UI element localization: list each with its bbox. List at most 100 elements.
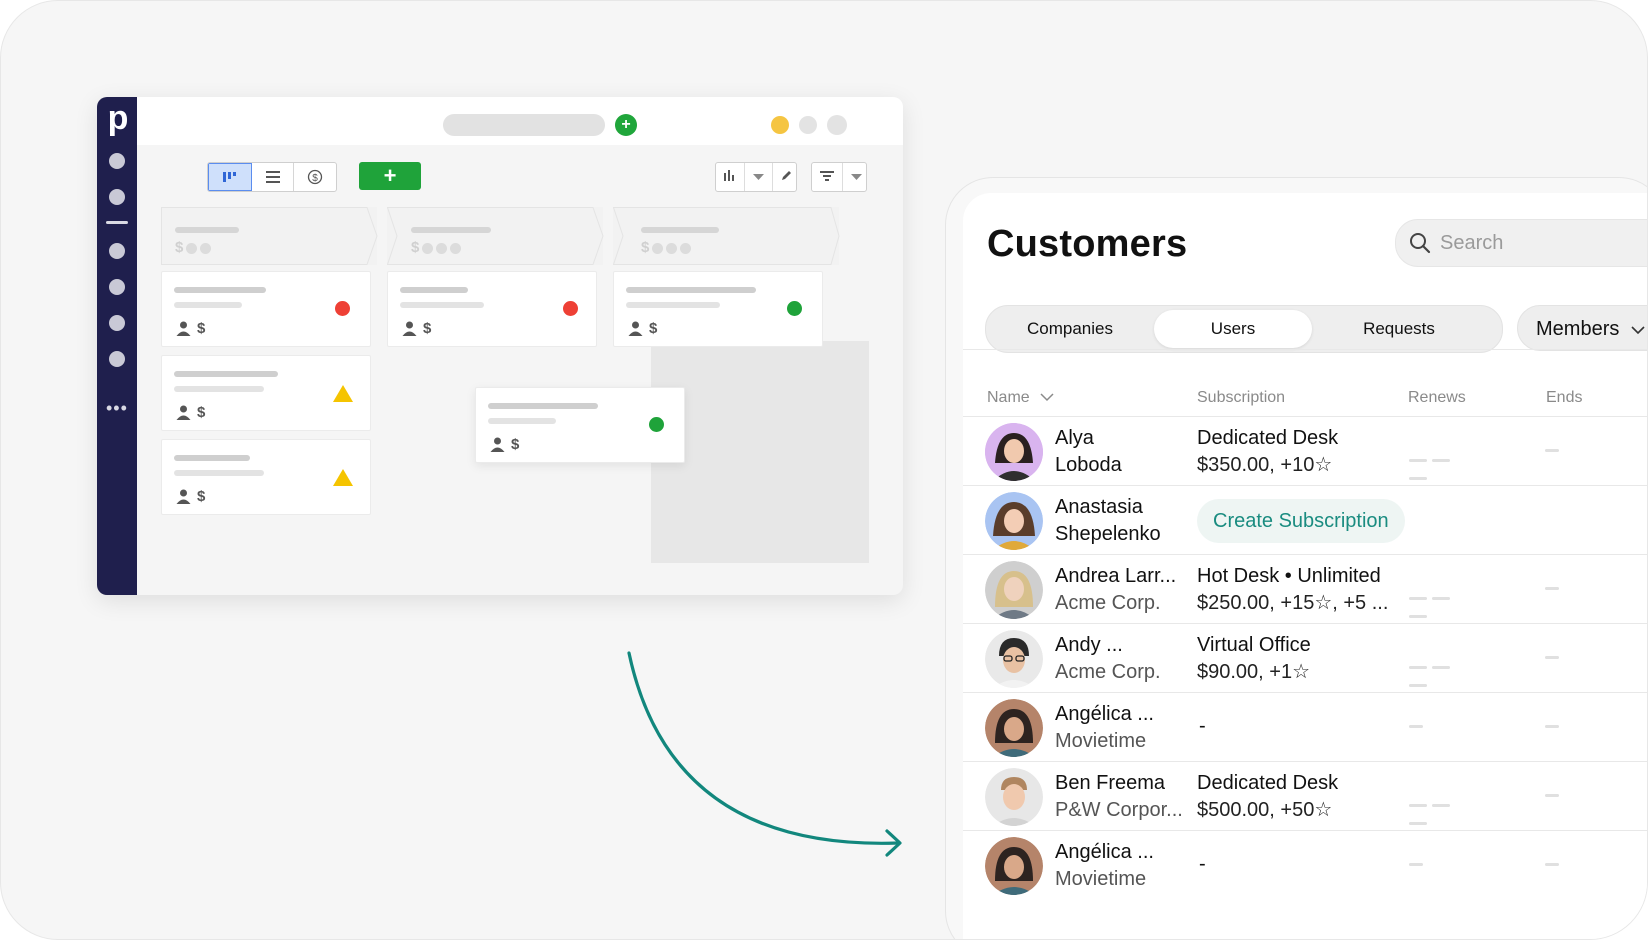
customer-second-line: Shepelenko bbox=[1055, 523, 1161, 545]
deal-card[interactable]: $ bbox=[613, 271, 823, 347]
deal-meta: $ bbox=[490, 436, 519, 453]
window-titlebar: + bbox=[137, 97, 903, 145]
deal-subtitle-placeholder bbox=[174, 470, 264, 476]
search-placeholder: Search bbox=[1440, 231, 1504, 254]
dragged-deal-card[interactable]: $ bbox=[475, 387, 685, 463]
table-row[interactable]: Andrea Larr... Acme Corp. Hot Desk • Unli… bbox=[963, 554, 1647, 623]
table-row[interactable]: Anastasia Shepelenko Create Subscription bbox=[963, 485, 1647, 554]
subscription-cell: Virtual Office $90.00, +1☆ bbox=[1197, 632, 1397, 686]
renews-placeholder bbox=[1409, 794, 1477, 825]
stage-total: $ bbox=[411, 239, 462, 256]
renews-placeholder bbox=[1409, 863, 1423, 866]
deal-title-placeholder bbox=[488, 403, 598, 409]
filter-icon bbox=[812, 163, 843, 191]
ends-placeholder bbox=[1545, 587, 1559, 590]
status-dot-red-icon bbox=[563, 301, 578, 316]
search-placeholder-pill[interactable] bbox=[443, 114, 605, 136]
customer-first-line: Angélica ... bbox=[1055, 703, 1154, 725]
customer-company: Movietime bbox=[1055, 730, 1147, 752]
column-header-ends[interactable]: Ends bbox=[1546, 389, 1582, 407]
avatar bbox=[985, 837, 1043, 895]
window-dot-gray bbox=[827, 115, 847, 135]
customer-company: P&W Corpor... bbox=[1055, 799, 1183, 821]
person-icon bbox=[402, 321, 417, 336]
stage-title-placeholder bbox=[641, 227, 719, 233]
deal-title-placeholder bbox=[174, 455, 250, 461]
tab-requests[interactable]: Requests bbox=[1316, 310, 1482, 348]
deal-meta: $ bbox=[176, 320, 205, 337]
chart-menu[interactable] bbox=[715, 162, 797, 192]
nav-dot-icon[interactable] bbox=[109, 153, 125, 169]
pipedrive-sidebar: p ••• bbox=[97, 97, 137, 595]
person-icon bbox=[628, 321, 643, 336]
column-header-renews[interactable]: Renews bbox=[1408, 389, 1466, 407]
customer-name: Andy ... Acme Corp. bbox=[1055, 632, 1185, 686]
add-deal-button[interactable]: + bbox=[359, 162, 421, 190]
table-row[interactable]: Alya Loboda Dedicated Desk $350.00, +10☆ bbox=[963, 416, 1647, 485]
column-header-subscription[interactable]: Subscription bbox=[1197, 389, 1285, 407]
tab-companies[interactable]: Companies bbox=[990, 310, 1150, 348]
plan-name: Hot Desk • Unlimited bbox=[1197, 565, 1381, 587]
deal-title-placeholder bbox=[400, 287, 468, 293]
nav-active-indicator bbox=[106, 221, 128, 224]
avatar bbox=[985, 492, 1043, 550]
deal-value-icon: $ bbox=[197, 488, 206, 505]
dollar-circle-icon: $ bbox=[308, 169, 323, 185]
column-header-name[interactable]: Name bbox=[987, 389, 1054, 407]
deal-card[interactable]: $ bbox=[387, 271, 597, 347]
table-row[interactable]: Angélica ... Movietime - bbox=[963, 692, 1647, 761]
ends-placeholder bbox=[1545, 863, 1559, 866]
kanban-icon bbox=[222, 172, 236, 182]
create-subscription-button[interactable]: Create Subscription bbox=[1197, 499, 1405, 543]
customer-first-line: Alya bbox=[1055, 427, 1094, 449]
quick-add-button[interactable]: + bbox=[615, 114, 637, 136]
status-dot-red-icon bbox=[335, 301, 350, 316]
filter-menu[interactable] bbox=[811, 162, 867, 192]
members-dropdown[interactable]: Members bbox=[1517, 305, 1647, 351]
table-row[interactable]: Angélica ... Movietime - bbox=[963, 830, 1647, 899]
tab-users[interactable]: Users bbox=[1154, 310, 1312, 348]
customer-tabs: Companies Users Requests bbox=[985, 305, 1503, 353]
forecast-view-button[interactable]: $ bbox=[294, 163, 336, 191]
avatar bbox=[985, 561, 1043, 619]
deal-subtitle-placeholder bbox=[400, 302, 484, 308]
deal-title-placeholder bbox=[174, 287, 266, 293]
plan-price: $250.00, +15☆, +5 ... bbox=[1197, 592, 1389, 614]
deal-value-icon: $ bbox=[197, 404, 206, 421]
plan-price: $500.00, +50☆ bbox=[1197, 799, 1333, 821]
status-dot-green-icon bbox=[787, 301, 802, 316]
chevron-down-icon bbox=[745, 163, 773, 191]
table-row[interactable]: Ben Freema P&W Corpor... Dedicated Desk $5… bbox=[963, 761, 1647, 830]
stage-title-placeholder bbox=[411, 227, 491, 233]
bar-chart-icon bbox=[716, 163, 745, 191]
list-view-button[interactable] bbox=[252, 163, 295, 191]
nav-dot-icon[interactable] bbox=[109, 189, 125, 205]
search-input[interactable]: Search bbox=[1395, 219, 1647, 267]
stage-total: $ bbox=[641, 239, 692, 256]
column-header-name-label: Name bbox=[987, 389, 1030, 406]
nav-dot-icon[interactable] bbox=[109, 315, 125, 331]
kanban-view-button[interactable] bbox=[208, 163, 252, 191]
deal-card[interactable]: $ bbox=[161, 271, 371, 347]
nav-dot-icon[interactable] bbox=[109, 279, 125, 295]
stage-currency: $ bbox=[641, 239, 650, 256]
deal-card[interactable]: $ bbox=[161, 355, 371, 431]
plan-name: Dedicated Desk bbox=[1197, 427, 1339, 449]
nav-dot-icon[interactable] bbox=[109, 243, 125, 259]
view-switcher: $ bbox=[207, 162, 337, 192]
list-icon bbox=[265, 171, 280, 183]
window-dot-gray bbox=[799, 116, 817, 134]
nav-dot-icon[interactable] bbox=[109, 351, 125, 367]
header-divider bbox=[963, 349, 1647, 350]
pipedrive-logo[interactable]: p bbox=[105, 101, 131, 137]
more-icon[interactable]: ••• bbox=[106, 399, 128, 417]
table-row[interactable]: Andy ... Acme Corp. Virtual Office $90.00,… bbox=[963, 623, 1647, 692]
deal-meta: $ bbox=[176, 488, 205, 505]
subscription-cell: Dedicated Desk $350.00, +10☆ bbox=[1197, 425, 1397, 479]
deal-title-placeholder bbox=[174, 371, 278, 377]
deal-subtitle-placeholder bbox=[174, 302, 242, 308]
plan-name: Dedicated Desk bbox=[1197, 772, 1339, 794]
deal-value-icon: $ bbox=[649, 320, 658, 337]
deal-card[interactable]: $ bbox=[161, 439, 371, 515]
edit-pencil-icon[interactable] bbox=[773, 163, 800, 191]
